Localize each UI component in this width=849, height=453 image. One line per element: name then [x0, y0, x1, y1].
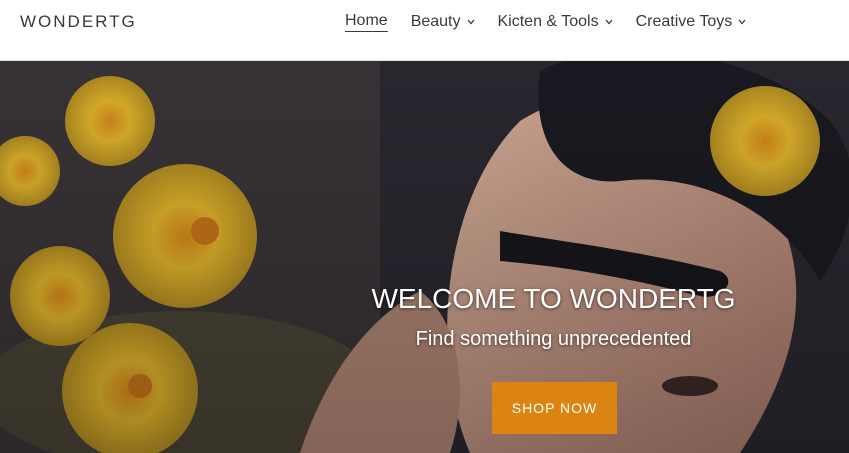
site-header: WONDERTG Home Beauty Kicten & Tools Crea…	[0, 0, 849, 61]
shop-now-button[interactable]: SHOP NOW	[492, 382, 617, 434]
site-logo[interactable]: WONDERTG	[20, 12, 137, 32]
main-nav: Home Beauty Kicten & Tools Creative Toys	[345, 12, 769, 32]
nav-item-beauty[interactable]: Beauty	[411, 12, 475, 32]
hero-subtitle: Find something unprecedented	[415, 328, 692, 350]
nav-item-label: Beauty	[410, 13, 461, 30]
hero-background-image	[0, 61, 849, 453]
nav-item-kitchen-tools[interactable]: Kicten & Tools	[498, 12, 613, 32]
nav-item-label: Home	[345, 12, 388, 32]
hero-title: WELCOME TO WONDERTG	[371, 283, 736, 314]
chevron-down-icon	[467, 19, 474, 25]
hero-banner: WELCOME TO WONDERTG Find something unpre…	[0, 61, 849, 453]
chevron-down-icon	[738, 19, 746, 25]
nav-item-label: Creative Toys	[635, 13, 733, 30]
nav-item-creative-toys[interactable]: Creative Toys	[636, 12, 747, 32]
nav-item-label: Kicten & Tools	[497, 13, 599, 30]
nav-item-home[interactable]: Home	[345, 12, 388, 32]
chevron-down-icon	[605, 19, 613, 25]
